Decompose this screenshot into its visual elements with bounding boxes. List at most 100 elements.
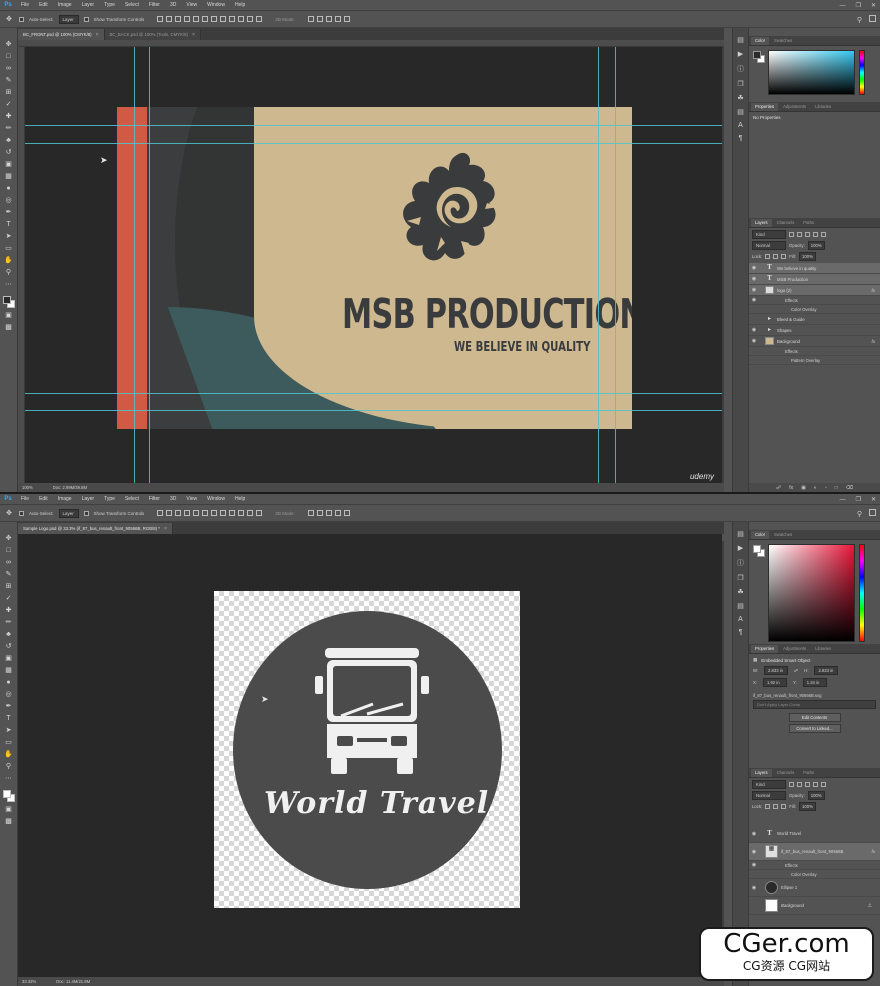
menu-layer[interactable]: Layer — [77, 2, 100, 8]
color-spectrum-field[interactable] — [768, 544, 855, 642]
tab-color[interactable]: Color — [751, 37, 770, 45]
filter-pixel-icon[interactable] — [789, 232, 794, 237]
opacity-input[interactable]: 100% — [807, 241, 825, 250]
path-select-tool-icon[interactable]: ➤ — [4, 726, 14, 735]
new-group-icon[interactable]: ▫ — [825, 485, 827, 491]
search-icon[interactable]: ⚲ — [857, 510, 862, 518]
distribute-left-icon[interactable] — [238, 16, 245, 22]
tab-channels[interactable]: Channels — [773, 219, 799, 227]
more-tools-icon[interactable]: ⋯ — [4, 280, 14, 289]
layer-kind-filter[interactable]: Kind — [752, 230, 786, 239]
menu-filter[interactable]: Filter — [144, 2, 165, 8]
width-input[interactable]: 2.833 in — [764, 666, 789, 675]
character-icon[interactable]: A — [738, 616, 743, 623]
layer-row[interactable]: ▸ Bleed & Guide — [749, 314, 880, 325]
screen-mode-icon[interactable]: ▩ — [4, 323, 14, 332]
tab-swatches[interactable]: Swatches — [770, 37, 796, 45]
visibility-eye-icon[interactable]: ◉ — [749, 338, 759, 344]
layer-effects-icon[interactable]: fx — [871, 339, 880, 344]
marquee-tool-icon[interactable]: □ — [4, 52, 14, 61]
distribute-middle-icon[interactable] — [220, 510, 227, 516]
x-input[interactable]: 1.92 in — [762, 678, 787, 687]
menu-3d[interactable]: 3D — [165, 496, 181, 502]
layer-effect-row[interactable]: ◉ Effects — [749, 861, 880, 870]
visibility-eye-icon[interactable]: ◉ — [749, 287, 759, 293]
color-swatches[interactable] — [2, 296, 15, 308]
blend-mode-dropdown[interactable]: Normal — [752, 791, 786, 800]
tab-layers[interactable]: Layers — [751, 219, 772, 227]
distribute-right-icon[interactable] — [256, 16, 263, 22]
tab-color[interactable]: Color — [751, 531, 770, 539]
auto-select-checkbox[interactable] — [19, 16, 24, 22]
visibility-eye-icon[interactable]: ◉ — [749, 265, 759, 271]
guide-vertical[interactable] — [134, 47, 135, 483]
foreground-color-swatch[interactable] — [2, 296, 11, 304]
tab-close-icon[interactable]: × — [164, 526, 167, 532]
3d-roll-icon[interactable] — [316, 16, 323, 22]
auto-select-target-dropdown[interactable]: Layer — [58, 14, 79, 24]
type-tool-icon[interactable]: T — [4, 714, 14, 723]
convert-to-linked-button[interactable]: Convert to Linked... — [788, 724, 841, 733]
y-input[interactable]: 1.34 in — [802, 678, 827, 687]
marquee-tool-icon[interactable]: □ — [4, 546, 14, 555]
close-icon[interactable]: ✕ — [871, 2, 876, 9]
layer-row[interactable]: ◉ Background fx — [749, 336, 880, 347]
3d-slide-icon[interactable] — [334, 16, 341, 22]
lasso-tool-icon[interactable]: ∞ — [4, 64, 14, 73]
menu-view[interactable]: View — [181, 2, 202, 8]
tab-bc-back[interactable]: BC_BACK.psd @ 100% (Tools, CMYK/8) × — [104, 29, 201, 40]
layer-comps-icon[interactable]: ❐ — [737, 574, 743, 582]
menu-view[interactable]: View — [181, 496, 202, 502]
color-spectrum-field[interactable] — [768, 50, 855, 95]
tab-sample-logo[interactable]: Sample Logo.psd @ 33.3% (if_87_bus_renau… — [18, 523, 173, 534]
quick-mask-icon[interactable]: ▣ — [4, 311, 14, 320]
distribute-right-icon[interactable] — [256, 510, 263, 516]
menu-help[interactable]: Help — [230, 496, 250, 502]
distribute-center-icon[interactable] — [247, 510, 254, 516]
delete-layer-icon[interactable]: ⌫ — [846, 485, 853, 491]
layer-row[interactable]: ◉ ▦ logo (2) fx — [749, 285, 880, 296]
healing-tool-icon[interactable]: ✚ — [4, 606, 14, 615]
align-top-icon[interactable] — [157, 510, 164, 516]
hue-slider[interactable] — [859, 50, 865, 95]
layer-row[interactable]: ◉ ▸ Shapes — [749, 325, 880, 336]
workspace-icon[interactable] — [869, 15, 876, 22]
menu-file[interactable]: File — [16, 496, 34, 502]
minimize-icon[interactable]: — — [840, 3, 846, 9]
pen-tool-icon[interactable]: ✒ — [4, 702, 14, 711]
paragraph-icon[interactable]: ¶ — [739, 629, 743, 636]
lasso-tool-icon[interactable]: ∞ — [4, 558, 14, 567]
paragraph-icon[interactable]: ¶ — [739, 135, 743, 142]
distribute-middle-icon[interactable] — [220, 16, 227, 22]
close-icon[interactable]: ✕ — [871, 496, 876, 503]
height-input[interactable]: 2.833 in — [814, 666, 839, 675]
path-select-tool-icon[interactable]: ➤ — [4, 232, 14, 241]
layer-effect-row[interactable]: Color Overlay — [749, 305, 880, 314]
align-left-icon[interactable] — [184, 16, 191, 22]
clone-source-icon[interactable]: ▤ — [737, 108, 744, 116]
visibility-eye-icon[interactable]: ◉ — [749, 849, 759, 855]
layer-row[interactable]: ◉ ▦ if_87_bus_renault_front_90566B fx — [749, 843, 880, 861]
canvas-scrollbar[interactable] — [722, 541, 724, 977]
stamp-tool-icon[interactable]: ♣ — [4, 630, 14, 639]
menu-filter[interactable]: Filter — [144, 496, 165, 502]
layer-comps-icon[interactable]: ❐ — [737, 80, 743, 88]
tab-close-icon[interactable]: × — [96, 32, 99, 38]
filter-type-icon[interactable] — [805, 232, 810, 237]
fill-input[interactable]: 100% — [798, 252, 816, 261]
fill-input[interactable]: 100% — [798, 802, 816, 811]
edit-contents-button[interactable]: Edit Contents — [788, 713, 841, 722]
add-style-icon[interactable]: fx — [789, 485, 793, 491]
crop-tool-icon[interactable]: ⊞ — [4, 88, 14, 97]
align-bottom-icon[interactable] — [175, 510, 182, 516]
move-tool-icon[interactable]: ✥ — [4, 509, 14, 518]
filter-adjustment-icon[interactable] — [797, 782, 802, 787]
new-adjustment-icon[interactable]: ◐ — [814, 485, 817, 491]
layer-row[interactable]: Background ⚓ — [749, 897, 880, 915]
lock-position-icon[interactable] — [773, 254, 779, 259]
visibility-eye-icon[interactable]: ◉ — [749, 831, 759, 837]
screen-mode-icon[interactable]: ▩ — [4, 817, 14, 826]
brush-presets-icon[interactable]: ☘ — [737, 588, 743, 596]
distribute-top-icon[interactable] — [211, 16, 218, 22]
menu-image[interactable]: Image — [53, 2, 77, 8]
